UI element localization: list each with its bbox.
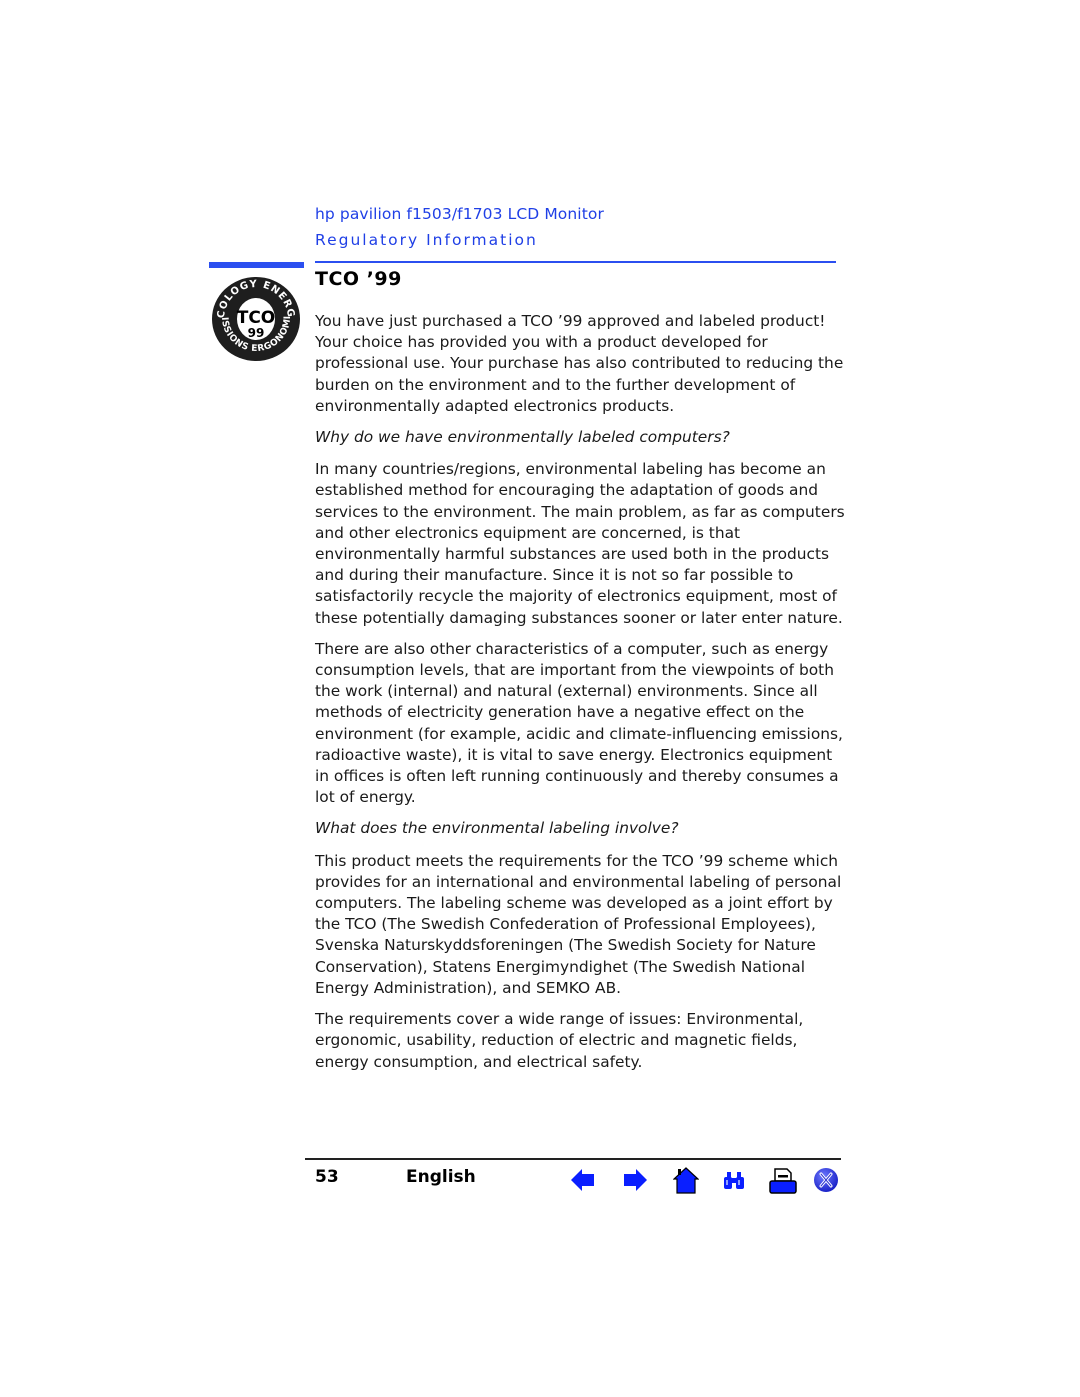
printer-icon xyxy=(769,1168,797,1194)
tco99-logo-icon: ECOLOGY ENERGY EMISSIONS ERGONOMICS TCO … xyxy=(205,265,302,363)
close-icon xyxy=(814,1168,838,1192)
accent-bar xyxy=(209,262,304,268)
search-button[interactable] xyxy=(722,1167,746,1195)
paragraph-requirements: The requirements cover a wide range of i… xyxy=(315,1010,804,1071)
logo-number: 99 xyxy=(248,326,265,340)
header-divider xyxy=(315,261,836,263)
binoculars-icon xyxy=(724,1172,744,1189)
paragraph-scheme: This product meets the requirements for … xyxy=(315,851,842,997)
home-button[interactable] xyxy=(673,1167,699,1195)
product-title: hp pavilion f1503/f1703 LCD Monitor xyxy=(315,205,604,223)
subheading-what: What does the environmental labeling inv… xyxy=(315,819,679,838)
footer-divider xyxy=(305,1158,841,1160)
page-title: TCO ’99 xyxy=(315,268,402,290)
paragraph-intro: You have just purchased a TCO ’99 approv… xyxy=(315,312,844,415)
home-icon xyxy=(673,1167,699,1194)
paragraph-energy: There are also other characteristics of … xyxy=(315,639,843,807)
article-body: You have just purchased a TCO ’99 approv… xyxy=(315,311,845,1083)
language-label: English xyxy=(406,1167,476,1187)
print-button[interactable] xyxy=(768,1167,798,1195)
previous-page-button[interactable] xyxy=(570,1167,596,1195)
logo-center-text: TCO xyxy=(237,308,276,328)
arrow-right-icon xyxy=(624,1169,647,1191)
subheading-why: Why do we have environmentally labeled c… xyxy=(315,428,730,447)
close-button[interactable] xyxy=(813,1167,839,1195)
paragraph-labeling: In many countries/regions, environmental… xyxy=(315,460,845,627)
page-number: 53 xyxy=(315,1167,339,1187)
section-title: Regulatory Information xyxy=(315,231,538,249)
arrow-left-icon xyxy=(571,1169,594,1191)
next-page-button[interactable] xyxy=(622,1167,648,1195)
